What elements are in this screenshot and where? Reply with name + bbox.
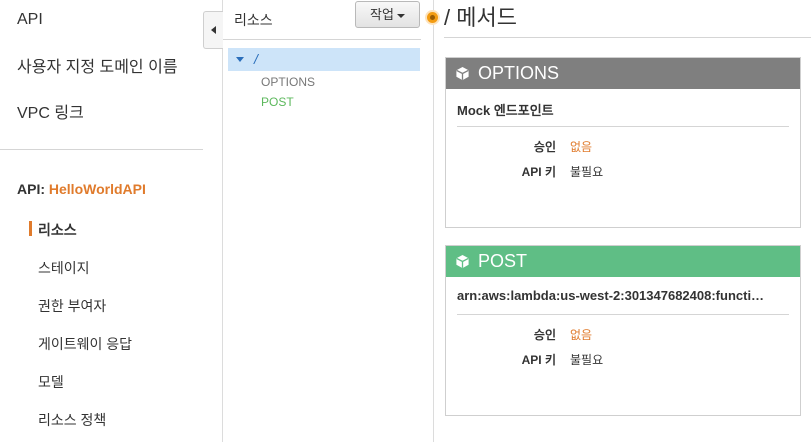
resource-tree-panel: 리소스 작업 / OPTIONS POST — [223, 0, 434, 442]
sub-item-authorizers[interactable]: 권한 부여자 — [38, 296, 106, 316]
method-card-options[interactable]: OPTIONS Mock 엔드포인트 승인 없음 API 키 불필요 — [445, 57, 801, 228]
nav-item-custom-domain-names[interactable]: 사용자 지정 도메인 이름 — [17, 53, 178, 77]
api-name-link[interactable]: HelloWorldAPI — [49, 181, 146, 197]
resize-handle-dot — [430, 15, 435, 20]
nav-item-vpc-links[interactable]: VPC 링크 — [17, 99, 84, 123]
sub-item-models[interactable]: 모델 — [38, 372, 64, 392]
caret-left-icon — [211, 26, 216, 34]
resize-handle-icon[interactable] — [427, 12, 438, 23]
card-divider — [457, 126, 789, 127]
sub-item-resource-policy[interactable]: 리소스 정책 — [38, 410, 106, 430]
title-divider — [444, 37, 811, 38]
card-header: POST — [446, 246, 800, 277]
left-navigation: API 사용자 지정 도메인 이름 VPC 링크 API: HelloWorld… — [0, 0, 223, 442]
auth-label: 승인 — [533, 140, 556, 154]
tree-divider — [223, 39, 421, 40]
tree-node-root[interactable]: / — [228, 48, 420, 71]
tree-method-post[interactable]: POST — [261, 95, 294, 109]
tree-method-options[interactable]: OPTIONS — [261, 75, 315, 89]
card-divider — [457, 314, 789, 315]
card-method-label: POST — [478, 251, 528, 271]
nav-collapse-button[interactable] — [203, 11, 223, 49]
api-key-label: API 키 — [521, 165, 556, 179]
resource-tree-title: 리소스 — [234, 12, 273, 28]
api-title: API: HelloWorldAPI — [17, 181, 146, 197]
integration-arn: arn:aws:lambda:us-west-2:301347682408:fu… — [457, 288, 765, 303]
caret-down-icon — [396, 13, 405, 18]
actions-label: 작업 — [370, 7, 394, 22]
integration-type: Mock 엔드포인트 — [457, 103, 554, 118]
actions-dropdown-button[interactable]: 작업 — [355, 1, 420, 28]
auth-label: 승인 — [533, 328, 556, 342]
card-method-label: OPTIONS — [478, 63, 560, 83]
sub-item-resources[interactable]: 리소스 — [38, 220, 77, 240]
sub-item-gateway-responses[interactable]: 게이트웨이 응답 — [38, 334, 132, 354]
caret-down-icon[interactable] — [236, 57, 244, 62]
cube-icon — [456, 66, 469, 81]
tree-node-root-label: / — [254, 51, 258, 67]
page-title: / 메서드 — [444, 5, 517, 30]
api-key-label: API 키 — [521, 353, 556, 367]
card-header: OPTIONS — [446, 58, 800, 89]
cube-icon — [456, 254, 469, 269]
auth-value: 없음 — [570, 140, 593, 154]
auth-value: 없음 — [570, 328, 593, 342]
method-overview-panel: / 메서드 OPTIONS Mock 엔드포인트 승인 없음 API 키 불필요 — [427, 0, 811, 442]
api-key-value: 불필요 — [570, 353, 604, 367]
api-key-value: 불필요 — [570, 165, 604, 179]
api-title-prefix: API: — [17, 181, 49, 197]
nav-divider — [0, 149, 203, 150]
nav-item-api[interactable]: API — [17, 11, 43, 29]
sub-item-stages[interactable]: 스테이지 — [38, 258, 90, 278]
active-item-indicator — [29, 221, 32, 236]
method-card-post[interactable]: POST arn:aws:lambda:us-west-2:3013476824… — [445, 245, 801, 416]
